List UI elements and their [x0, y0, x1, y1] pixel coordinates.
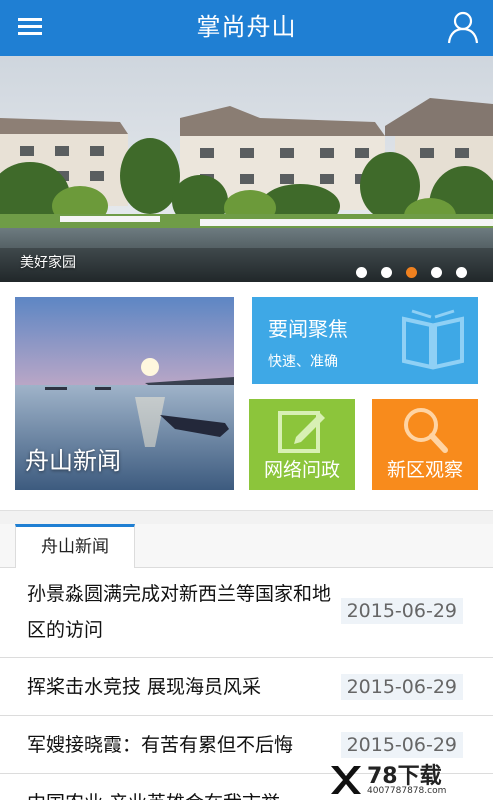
search-icon — [399, 405, 451, 459]
watermark-url: 4007787878.com — [367, 786, 447, 796]
tile-label: 网络问政 — [263, 459, 340, 481]
tile-label: 新区观察 — [386, 459, 463, 481]
tile-zhoushan-news[interactable]: 舟山新闻 — [15, 297, 234, 490]
watermark-x-icon — [331, 766, 361, 794]
news-date: 2015-06-29 — [340, 674, 463, 700]
tile-subtitle: 快速、准确 — [268, 354, 338, 370]
news-title: 中国农业 产业英雄会在我市举 — [27, 785, 337, 800]
list-item[interactable]: 孙景淼圆满完成对新西兰等国家和地区的访问 2015-06-29 — [0, 568, 493, 658]
banner-caption: 美好家园 — [20, 255, 76, 271]
user-icon[interactable] — [445, 9, 481, 45]
news-tab-bar: 舟山新闻 — [0, 524, 493, 568]
news-date: 2015-06-29 — [340, 598, 463, 624]
carousel-indicators[interactable] — [342, 262, 467, 281]
carousel-dot[interactable] — [431, 267, 442, 278]
tile-label: 舟山新闻 — [25, 447, 121, 475]
tile-new-area-watch[interactable]: 新区观察 — [372, 399, 478, 490]
book-icon — [400, 309, 466, 377]
news-date: 2015-06-29 — [340, 732, 463, 758]
news-title: 孙景淼圆满完成对新西兰等国家和地区的访问 — [27, 583, 332, 641]
carousel-dot-active[interactable] — [406, 267, 417, 278]
news-title: 军嫂接晓霞：有苦有累但不后悔 — [27, 734, 294, 756]
section-divider — [0, 510, 493, 524]
carousel-dot[interactable] — [456, 267, 467, 278]
tile-online-inquiry[interactable]: 网络问政 — [249, 399, 355, 490]
watermark-logo: 78下载 4007787878.com — [327, 760, 487, 800]
app-title: 掌尚舟山 — [196, 13, 297, 41]
carousel-dot[interactable] — [356, 267, 367, 278]
tab-zhoushan-news[interactable]: 舟山新闻 — [15, 524, 135, 568]
list-item[interactable]: 挥桨击水竞技 展现海员风采 2015-06-29 — [0, 658, 493, 716]
carousel-dot[interactable] — [381, 267, 392, 278]
banner-image — [0, 56, 493, 282]
tile-headline-focus[interactable]: 要闻聚焦 快速、准确 — [252, 297, 478, 384]
news-title: 挥桨击水竞技 展现海员风采 — [27, 676, 262, 698]
banner-carousel[interactable]: 美好家园 — [0, 56, 493, 282]
tile-title: 要闻聚焦 — [268, 317, 348, 341]
top-bar: 掌尚舟山 — [0, 0, 493, 56]
edit-icon — [276, 405, 328, 459]
